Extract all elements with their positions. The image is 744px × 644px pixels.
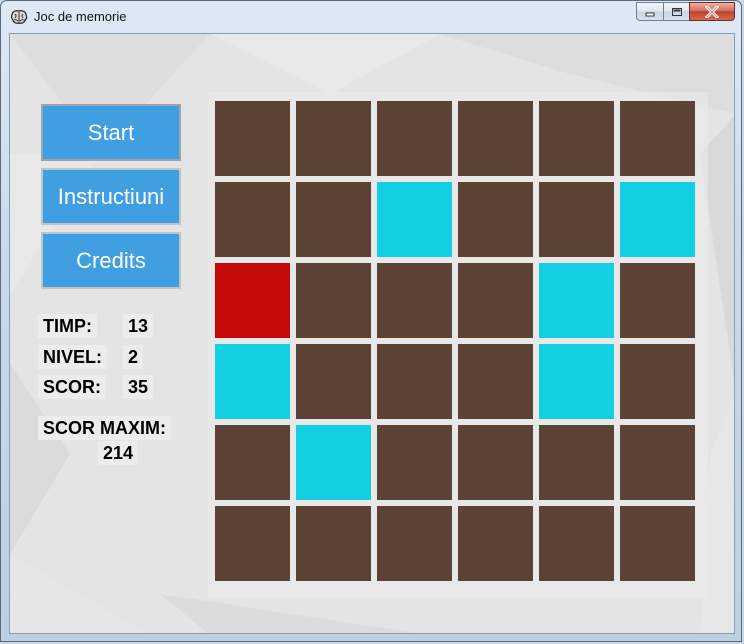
window-controls xyxy=(636,2,735,22)
grid-tile-hidden[interactable] xyxy=(458,506,533,581)
grid-tile-hidden[interactable] xyxy=(377,506,452,581)
grid-tile-hidden[interactable] xyxy=(458,101,533,176)
max-score-value: 214 xyxy=(98,441,139,465)
credits-button[interactable]: Credits xyxy=(41,232,181,289)
max-score-label: SCOR MAXIM: xyxy=(38,416,171,440)
title-bar[interactable]: Joc de memorie xyxy=(1,1,741,33)
instructions-button[interactable]: Instructiuni xyxy=(41,168,181,225)
grid-tile-hidden[interactable] xyxy=(539,506,614,581)
app-window: Joc de memorie Start Instructiuni Credit… xyxy=(0,0,742,642)
score-value: 35 xyxy=(123,375,154,399)
grid-tile-hidden[interactable] xyxy=(539,101,614,176)
grid-tile-hidden[interactable] xyxy=(458,182,533,257)
minimize-button[interactable] xyxy=(636,2,663,21)
grid-tile-revealed[interactable] xyxy=(539,344,614,419)
level-label: NIVEL: xyxy=(38,345,108,369)
grid-tile-revealed[interactable] xyxy=(620,182,695,257)
close-button[interactable] xyxy=(689,2,735,21)
grid-tile-hidden[interactable] xyxy=(215,182,290,257)
start-button[interactable]: Start xyxy=(41,104,181,161)
grid-tile-hidden[interactable] xyxy=(296,182,371,257)
grid-tile-hidden[interactable] xyxy=(539,425,614,500)
window-title: Joc de memorie xyxy=(34,9,127,24)
grid-tile-revealed[interactable] xyxy=(296,425,371,500)
grid-tile-hidden[interactable] xyxy=(620,263,695,338)
grid-tile-hidden[interactable] xyxy=(215,425,290,500)
grid-tile-revealed[interactable] xyxy=(539,263,614,338)
grid-tile-hidden[interactable] xyxy=(377,425,452,500)
time-value: 13 xyxy=(123,314,154,338)
memory-grid xyxy=(215,101,697,583)
close-icon xyxy=(705,5,719,18)
grid-tile-revealed[interactable] xyxy=(377,182,452,257)
maximize-icon xyxy=(671,7,682,16)
grid-tile-hidden[interactable] xyxy=(458,344,533,419)
grid-tile-hidden[interactable] xyxy=(620,506,695,581)
grid-tile-hidden[interactable] xyxy=(215,101,290,176)
grid-tile-hidden[interactable] xyxy=(215,506,290,581)
grid-tile-hidden[interactable] xyxy=(458,263,533,338)
grid-tile-hidden[interactable] xyxy=(296,101,371,176)
time-label: TIMP: xyxy=(38,314,97,338)
grid-tile-hidden[interactable] xyxy=(296,344,371,419)
grid-tile-hidden[interactable] xyxy=(377,101,452,176)
score-label: SCOR: xyxy=(38,375,106,399)
grid-tile-hidden[interactable] xyxy=(296,506,371,581)
grid-tile-hidden[interactable] xyxy=(377,344,452,419)
grid-tile-wrong[interactable] xyxy=(215,263,290,338)
grid-tile-hidden[interactable] xyxy=(620,101,695,176)
grid-tile-hidden[interactable] xyxy=(296,263,371,338)
brain-icon xyxy=(10,10,28,24)
game-area: Start Instructiuni Credits TIMP: 13 NIVE… xyxy=(9,33,735,634)
grid-tile-hidden[interactable] xyxy=(377,263,452,338)
minimize-icon xyxy=(645,12,655,16)
grid-tile-hidden[interactable] xyxy=(620,425,695,500)
grid-tile-hidden[interactable] xyxy=(458,425,533,500)
maximize-button[interactable] xyxy=(663,2,689,21)
level-value: 2 xyxy=(123,345,144,369)
grid-tile-revealed[interactable] xyxy=(215,344,290,419)
grid-tile-hidden[interactable] xyxy=(620,344,695,419)
grid-tile-hidden[interactable] xyxy=(539,182,614,257)
